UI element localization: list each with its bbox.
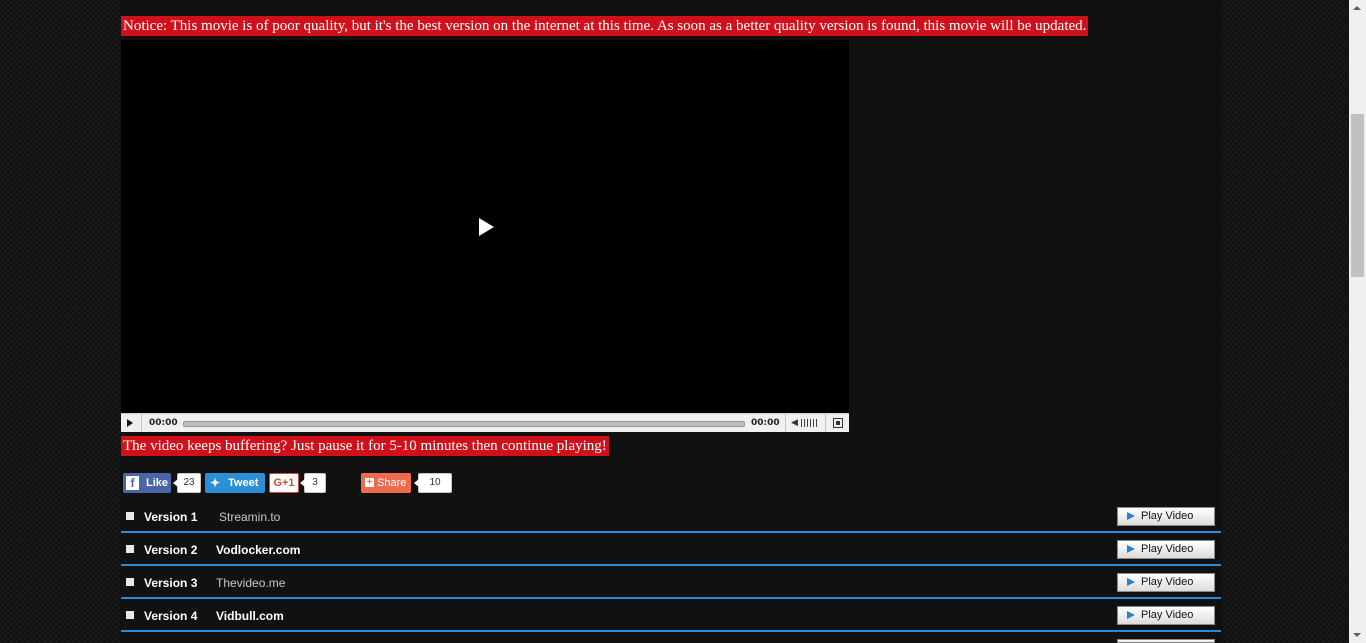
- square-bullet-icon: [126, 578, 134, 586]
- version-list: Version 1 Streamin.to Play Video Version…: [121, 500, 1221, 643]
- version-row: Version 4 Vidbull.com Play Video: [121, 599, 1221, 632]
- square-bullet-icon: [126, 545, 134, 553]
- twitter-bird-icon: ✦: [210, 476, 221, 490]
- facebook-like-button[interactable]: f Like: [123, 473, 171, 493]
- version-label: Version 4: [144, 609, 198, 623]
- play-video-button[interactable]: [1117, 639, 1215, 643]
- play-video-button[interactable]: Play Video: [1117, 606, 1215, 625]
- buffering-notice: The video keeps buffering? Just pause it…: [121, 436, 609, 456]
- share-label: Share: [377, 477, 407, 489]
- google-plus-button[interactable]: G+1: [269, 473, 299, 493]
- share-count: 10: [414, 473, 452, 493]
- volume-icon[interactable]: ◀: [791, 418, 798, 428]
- play-video-label: Play Video: [1141, 609, 1194, 621]
- tweet-button[interactable]: ✦ Tweet: [205, 473, 265, 493]
- scrollbar-thumb[interactable]: [1351, 114, 1364, 277]
- fullscreen-icon[interactable]: [833, 418, 843, 428]
- version-host: Streamin.to: [219, 510, 281, 524]
- version-row: Version 3 Thevideo.me Play Video: [121, 566, 1221, 599]
- version-label: Version 3: [144, 576, 198, 590]
- control-divider: [141, 414, 142, 432]
- google-plus-count: 3: [300, 473, 326, 493]
- share-button[interactable]: + Share: [361, 473, 411, 493]
- version-host: Thevideo.me: [216, 576, 286, 590]
- play-icon: [1127, 512, 1135, 520]
- player-controls: 00:00 00:00 ◀: [121, 413, 849, 432]
- volume-slider[interactable]: [801, 419, 819, 427]
- vertical-scrollbar[interactable]: [1349, 0, 1366, 643]
- version-host: Vidbull.com: [216, 609, 284, 623]
- play-video-label: Play Video: [1141, 576, 1194, 588]
- duration-time: 00:00: [751, 418, 780, 428]
- play-video-label: Play Video: [1141, 510, 1194, 522]
- big-play-icon[interactable]: [479, 218, 494, 236]
- play-icon: [1127, 578, 1135, 586]
- version-host: Vodlocker.com: [216, 543, 301, 557]
- scroll-up-arrow-icon[interactable]: [1353, 6, 1361, 10]
- control-divider: [825, 414, 826, 432]
- play-video-button[interactable]: Play Video: [1117, 573, 1215, 592]
- seek-bar[interactable]: [183, 421, 745, 427]
- square-bullet-icon: [126, 512, 134, 520]
- version-label: Version 2: [144, 543, 198, 557]
- play-video-label: Play Video: [1141, 543, 1194, 555]
- video-player[interactable]: 00:00 00:00 ◀: [121, 40, 849, 432]
- control-divider: [785, 414, 786, 432]
- version-label: Version 1: [144, 510, 198, 524]
- square-bullet-icon: [126, 611, 134, 619]
- play-icon[interactable]: [127, 419, 133, 427]
- play-video-button[interactable]: Play Video: [1117, 507, 1215, 526]
- tweet-label: Tweet: [228, 477, 259, 489]
- version-row: Version 1 Streamin.to Play Video: [121, 500, 1221, 533]
- play-icon: [1127, 545, 1135, 553]
- current-time: 00:00: [149, 418, 178, 428]
- facebook-icon: f: [126, 476, 139, 490]
- play-video-button[interactable]: Play Video: [1117, 540, 1215, 559]
- plus-icon: +: [365, 477, 374, 488]
- version-row: Version 2 Vodlocker.com Play Video: [121, 533, 1221, 566]
- quality-notice: Notice: This movie is of poor quality, b…: [121, 16, 1089, 36]
- facebook-like-label: Like: [146, 477, 169, 489]
- version-row-partial: [121, 632, 1221, 643]
- play-icon: [1127, 611, 1135, 619]
- scroll-down-arrow-icon[interactable]: [1353, 633, 1361, 637]
- facebook-like-count: 23: [173, 473, 201, 493]
